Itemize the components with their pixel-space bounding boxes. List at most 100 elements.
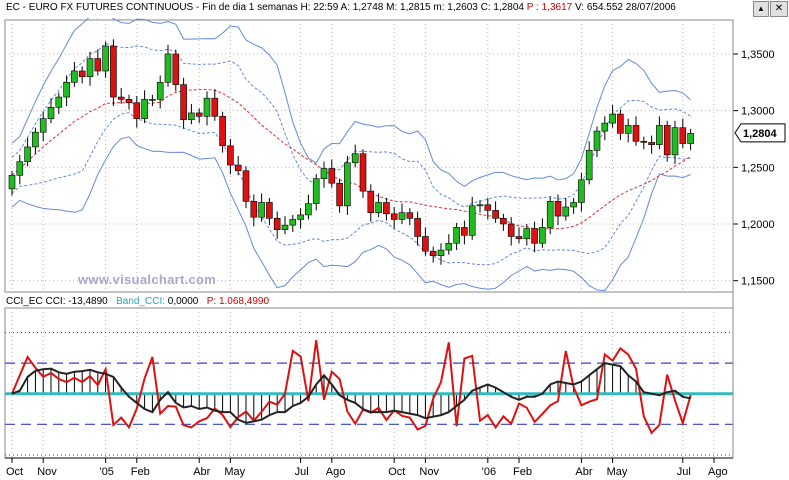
candle — [312, 174, 320, 211]
candle-body — [671, 127, 679, 156]
candle-body — [632, 125, 640, 142]
candle-body — [32, 131, 39, 148]
scroll-up-button[interactable]: ▲ — [753, 1, 769, 17]
x-tick-label: Oct — [388, 466, 405, 478]
candle — [258, 193, 265, 222]
candle-body — [359, 153, 367, 192]
candle-body — [656, 125, 663, 145]
candle-body — [219, 116, 226, 147]
candle-body — [663, 125, 671, 156]
candle — [422, 227, 429, 256]
candle-body — [453, 227, 460, 244]
candle-body — [578, 179, 585, 203]
price-tick-label: 1,2500 — [741, 162, 775, 174]
candle-body — [117, 96, 125, 100]
candle — [24, 137, 31, 167]
candle — [570, 197, 577, 214]
candle-body — [250, 201, 258, 218]
candle — [468, 196, 476, 240]
candle-body — [476, 204, 484, 207]
candle — [507, 217, 515, 246]
candle-body — [297, 214, 304, 220]
candle-body — [500, 218, 507, 225]
candle — [305, 194, 312, 220]
candle — [297, 208, 304, 229]
candle — [531, 221, 538, 253]
candle — [367, 184, 375, 222]
candle — [390, 207, 398, 229]
candle — [648, 135, 655, 154]
title-p: P : 1,3617 — [526, 2, 573, 13]
candle-body — [531, 228, 538, 244]
candle — [624, 118, 632, 143]
candle — [320, 161, 328, 188]
candle — [102, 41, 109, 78]
candle — [289, 214, 297, 232]
candle-body — [523, 228, 531, 240]
window-title: EC - EURO FX FUTURES CONTINUOUS - Fin de… — [6, 2, 676, 13]
candle-body — [102, 45, 109, 72]
candle-body — [609, 113, 616, 124]
candle-body — [47, 106, 55, 119]
candle — [406, 208, 414, 226]
candle — [429, 246, 437, 263]
cci-panel — [4, 307, 734, 459]
x-tick-label: Feb — [513, 466, 532, 478]
p-value: 1.068,4990 — [218, 296, 270, 307]
candle — [78, 66, 86, 84]
candle-body — [515, 236, 523, 240]
candle — [515, 227, 523, 244]
candle-body — [617, 113, 624, 134]
candle-body — [320, 168, 328, 179]
candle-body — [203, 97, 211, 117]
candle — [242, 166, 250, 209]
candle — [227, 139, 234, 175]
candle — [663, 120, 671, 162]
candle-body — [141, 99, 148, 119]
candle-body — [422, 236, 429, 252]
candle-body — [546, 201, 554, 228]
candle-body — [398, 212, 406, 220]
candle — [593, 126, 601, 158]
candle — [461, 220, 468, 245]
candle-body — [188, 112, 195, 121]
candle-body — [24, 146, 31, 162]
candle-body — [211, 97, 219, 117]
candle — [679, 118, 687, 149]
candle — [656, 116, 663, 150]
candle-body — [55, 96, 63, 108]
candle-body — [585, 150, 593, 181]
candle-body — [180, 84, 187, 121]
watermark: www.visualchart.com — [78, 272, 217, 287]
candle — [336, 178, 343, 213]
candle — [617, 109, 624, 141]
candle-body — [258, 202, 265, 218]
candle-body — [406, 212, 414, 219]
candle-body — [94, 58, 102, 72]
close-button[interactable]: ✕ — [770, 1, 788, 17]
candle-body — [593, 130, 601, 151]
candle-body — [679, 127, 687, 144]
last-close-label: 1,2804 — [743, 128, 778, 140]
candle — [55, 92, 63, 115]
x-tick-label: Feb — [131, 466, 150, 478]
title-suffix: V: 654.552 28/07/2006 — [574, 2, 676, 13]
candle-body — [429, 250, 437, 257]
candle-body — [281, 224, 289, 230]
candle-body — [63, 82, 70, 98]
candle-body — [570, 202, 577, 208]
candle-body — [16, 161, 24, 176]
band-cci-value: 0,0000 — [167, 296, 199, 307]
candle-body — [367, 190, 375, 213]
candle — [344, 156, 351, 215]
candle — [133, 95, 141, 128]
candle-body — [624, 125, 632, 134]
cci-label: CCI: — [45, 296, 66, 307]
candle — [117, 88, 125, 104]
candle — [149, 94, 156, 107]
candle — [141, 90, 148, 124]
candle-body — [149, 99, 156, 101]
candle — [414, 211, 421, 246]
x-tick-label: Jul — [677, 466, 691, 478]
p-label: P: — [206, 296, 217, 307]
